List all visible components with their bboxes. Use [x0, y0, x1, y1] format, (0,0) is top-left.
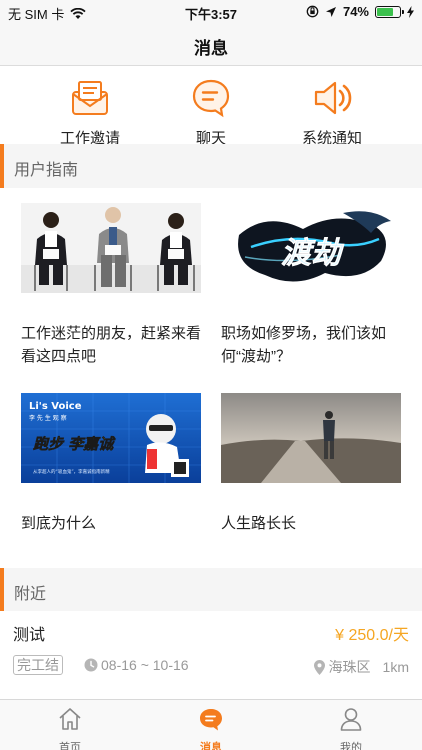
man-on-road-photo [221, 393, 401, 483]
guide-card-caption: 工作迷茫的朋友，赶紧来看看这四点吧 [21, 325, 202, 365]
location-pin-icon [313, 659, 325, 675]
envelope-icon [72, 81, 108, 115]
speaker-icon [314, 81, 352, 115]
rotation-lock-icon [306, 5, 319, 18]
home-icon [59, 708, 81, 730]
job-salary: ¥ 250.0/天 [335, 627, 409, 644]
section-title: 用户指南 [14, 162, 79, 179]
tab-label: 我的 [340, 742, 362, 750]
guide-card-caption: 人生路长长 [221, 515, 297, 532]
chat-bubble-icon [192, 79, 230, 118]
banner-title-text: Li's Voice [29, 401, 82, 412]
location-arrow-icon [325, 6, 336, 17]
guide-card[interactable]: 渡劫 职场如修罗场，我们该如何“渡劫”？ [221, 203, 403, 368]
clock-icon [84, 658, 98, 672]
guide-card-caption: 职场如修罗场，我们该如何“渡劫”？ [221, 325, 387, 365]
job-location: 海珠区 1km [313, 657, 409, 677]
section-accent-bar [0, 144, 4, 188]
guide-card[interactable]: 工作迷茫的朋友，赶紧来看看这四点吧 [21, 203, 203, 368]
job-district: 海珠区 [328, 659, 371, 675]
message-bubble-icon [200, 709, 222, 731]
status-right: 74% [306, 4, 414, 19]
tab-label: 消息 [200, 742, 222, 750]
lis-voice-banner: Li's Voice 李 先 生 观 察 跑步 李嘉诚 从李超人的“吸血鬼”，李… [21, 393, 201, 483]
nav-bar: 消息 [0, 24, 422, 66]
battery-fill [377, 7, 393, 16]
job-distance: 1km [382, 659, 409, 675]
banner-foot-text: 从李超人的“吸血鬼”，李嘉诚指南新精 [33, 468, 110, 475]
guide-card[interactable]: 人生路长长 [221, 393, 403, 535]
job-date-range: 08-16 ~ 10-16 [84, 657, 189, 673]
job-settlement-tag: 完工结 [13, 655, 63, 675]
dragon-calligraphy-poster: 渡劫 [221, 203, 401, 293]
banner-main-text: 跑步 李嘉诚 [33, 435, 116, 453]
battery-icon [375, 5, 404, 18]
banner-subtitle-text: 李 先 生 观 察 [29, 414, 67, 422]
tab-messages[interactable]: 消息 [161, 706, 261, 750]
section-header-nearby: 附近 [0, 568, 422, 612]
quick-action-work-invite[interactable]: 工作邀请 [30, 78, 150, 148]
job-date-text: 08-16 ~ 10-16 [101, 657, 189, 673]
status-bar: 无 SIM 卡 下午3:57 74% [0, 0, 422, 24]
quick-actions: 工作邀请 聊天 系统通知 [0, 66, 422, 147]
guide-card[interactable]: Li's Voice 李 先 生 观 察 跑步 李嘉诚 从李超人的“吸血鬼”，李… [21, 393, 203, 535]
poster-calligraphy-text: 渡劫 [281, 236, 345, 271]
quick-action-chat[interactable]: 聊天 [151, 78, 271, 148]
tab-home[interactable]: 首页 [20, 706, 120, 750]
tab-label: 首页 [59, 742, 81, 750]
page-title: 消息 [194, 39, 228, 58]
section-title: 附近 [14, 586, 47, 603]
section-header-user-guide: 用户指南 [0, 144, 422, 188]
tab-bar: 首页 消息 我的 [0, 699, 422, 750]
guide-card-caption: 到底为什么 [21, 515, 97, 532]
person-icon [340, 708, 362, 731]
section-accent-bar [0, 568, 4, 612]
people-waiting-interview-photo [21, 203, 201, 293]
battery-percent: 74% [342, 4, 369, 19]
charging-bolt-icon [407, 5, 414, 18]
job-title: 测试 [13, 627, 46, 644]
job-list-item[interactable]: 测试 ¥ 250.0/天 完工结 08-16 ~ 10-16 海珠区 1km [0, 611, 422, 689]
quick-action-system-notice[interactable]: 系统通知 [272, 78, 392, 148]
tab-profile[interactable]: 我的 [301, 706, 401, 750]
